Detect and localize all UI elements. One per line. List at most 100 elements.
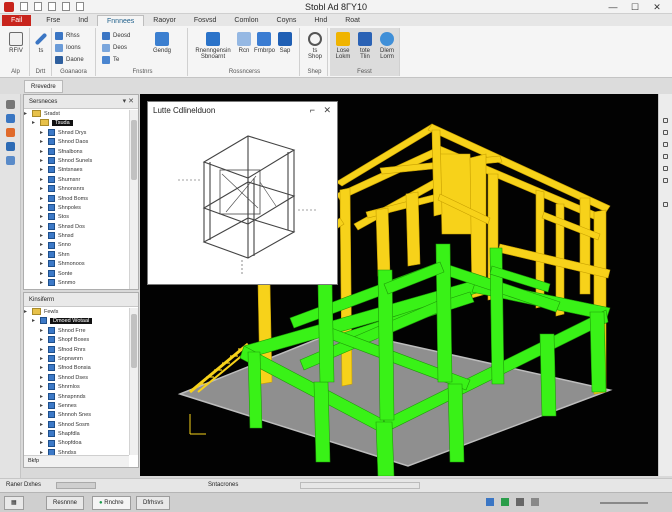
taskbar-item-dfrhsvs[interactable]: Dfrhsvs	[136, 496, 171, 510]
list-item[interactable]: ▸ Shnod Sosm	[24, 420, 129, 430]
expand-icon[interactable]: ▸	[40, 421, 48, 430]
list-item[interactable]: ▸ Sfnod Bonsia	[24, 364, 129, 373]
view-tool-icon[interactable]	[6, 142, 15, 151]
ribbon-small-deos[interactable]: Deos	[102, 44, 127, 52]
select-tool-icon[interactable]	[6, 100, 15, 109]
view-cube-icon[interactable]	[663, 178, 668, 183]
list-item[interactable]: ▸ Shnonsnrs	[24, 185, 129, 194]
expand-icon[interactable]: ▸	[40, 327, 48, 336]
scroll-thumb[interactable]	[131, 314, 137, 368]
process-button[interactable]: Rnenngensin Sbnoarnt	[194, 32, 232, 60]
list-button[interactable]: tote Tlin	[354, 32, 376, 60]
vertical-scrollbar[interactable]	[129, 308, 138, 455]
list-item[interactable]: ▸ Sfnalbons	[24, 147, 129, 157]
taskbar-item-rnchre[interactable]: ● Rnchre	[92, 496, 131, 510]
expand-icon[interactable]: ▸	[40, 336, 48, 345]
popup-pin-icon[interactable]: ⌐	[310, 105, 315, 115]
tray-volume-icon[interactable]	[516, 498, 524, 506]
open-button[interactable]: RFIV	[3, 32, 29, 54]
list-item[interactable]: ▸ Shnpoles	[24, 203, 129, 213]
expand-icon[interactable]: ▸	[40, 148, 48, 157]
list-item[interactable]: ▸ Stos	[24, 213, 129, 222]
close-button[interactable]: ✕	[646, 0, 668, 14]
ribbon-small-rhss[interactable]: Rhss	[55, 32, 80, 40]
list-item[interactable]: ▸ Shnsd Dos	[24, 222, 129, 232]
shapes-tool-icon[interactable]	[6, 114, 15, 123]
maximize-button[interactable]: ☐	[624, 0, 646, 14]
orbit-icon[interactable]	[663, 154, 668, 159]
taskbar-start[interactable]: ▦	[4, 496, 24, 510]
tool-button[interactable]: ts	[28, 32, 54, 54]
expand-icon[interactable]: ▸	[40, 402, 48, 411]
tree-root[interactable]: ▸ Fewls	[24, 308, 129, 317]
paint-tool-icon[interactable]	[6, 128, 15, 137]
zoom-slider[interactable]	[600, 502, 648, 504]
expand-icon[interactable]: ▸	[40, 138, 48, 147]
scroll-thumb[interactable]	[131, 120, 137, 180]
list-item[interactable]: ▸ Shnspnnds	[24, 392, 129, 402]
expand-icon[interactable]: ▸	[40, 411, 48, 420]
expand-icon[interactable]: ▸	[40, 430, 48, 439]
tray-network-icon[interactable]	[486, 498, 494, 506]
expand-icon[interactable]: ▸	[40, 260, 48, 269]
lock-button[interactable]: Lose Lokm	[332, 32, 354, 60]
pan-icon[interactable]	[663, 142, 668, 147]
expand-icon[interactable]: ▸	[40, 129, 48, 138]
expand-icon[interactable]: ▸	[40, 279, 48, 288]
expand-icon[interactable]: ▸	[40, 176, 48, 185]
expand-icon[interactable]: ▸	[40, 232, 48, 241]
measure-tool-icon[interactable]	[6, 156, 15, 165]
tab-insert[interactable]: Ind	[69, 15, 97, 26]
list-item[interactable]: ▸ Shnrnlos	[24, 383, 129, 392]
tab-format[interactable]: Fosvsd	[185, 15, 226, 26]
globe-button[interactable]: Dlem Lorm	[376, 32, 398, 60]
list-item[interactable]: ▸ Stntsnaes	[24, 166, 129, 175]
expand-icon[interactable]: ▸	[40, 251, 48, 260]
scale-button[interactable]: Rcn	[234, 32, 254, 54]
popup-close-icon[interactable]: ✕	[323, 105, 331, 116]
ribbon-small-ioons[interactable]: Ioons	[55, 44, 81, 52]
expand-icon[interactable]: ▸	[40, 185, 48, 194]
format-button[interactable]: Frnbrpo	[254, 32, 275, 54]
list-item[interactable]: ▸ Shopfdoa	[24, 439, 129, 448]
ribbon-small-te[interactable]: Te	[102, 56, 119, 64]
zoom-in-icon[interactable]	[663, 118, 668, 123]
settings-icon[interactable]	[663, 202, 668, 207]
tab-roat[interactable]: Roat	[336, 15, 369, 26]
vertical-scrollbar[interactable]	[129, 110, 138, 289]
save-button[interactable]: Sap	[274, 32, 296, 54]
list-item[interactable]: ▸ Shnsd Drys	[24, 128, 129, 138]
ribbon-small-daone[interactable]: Daone	[55, 56, 84, 64]
list-item[interactable]: ▸ Shnod Daos	[24, 138, 129, 147]
tree-root[interactable]: ▸ Sradst	[24, 110, 129, 119]
expand-icon[interactable]: ▸	[40, 204, 48, 213]
tree-node-selected[interactable]: ▸ Dmoed Wotaal	[24, 317, 129, 326]
list-item[interactable]: ▸ Shopf Boxes	[24, 336, 129, 345]
list-item[interactable]: ▸ Shnod Dses	[24, 373, 129, 383]
fit-icon[interactable]	[663, 166, 668, 171]
tree-node-selected[interactable]: ▸ Tsuda	[24, 119, 129, 128]
expand-icon[interactable]: ▸	[40, 213, 48, 222]
expand-icon[interactable]: ▸	[40, 157, 48, 166]
list-item[interactable]: ▸ Sfnod Rnrs	[24, 345, 129, 355]
list-item[interactable]: ▸ Sonte	[24, 269, 129, 279]
tab-file[interactable]: Fail	[2, 15, 32, 26]
list-item[interactable]: ▸ Shnod Sunels	[24, 157, 129, 166]
tab-features[interactable]: Fnnnees	[97, 15, 145, 26]
tab-preview[interactable]: Rrevedre	[24, 80, 63, 93]
expand-icon[interactable]: ▸	[40, 374, 48, 383]
tab-common[interactable]: Comlon	[225, 15, 267, 26]
list-item[interactable]: ▸ Snpnwnrn	[24, 355, 129, 364]
pin-icon[interactable]: ▾ ✕	[123, 95, 134, 109]
expand-icon[interactable]: ▸	[40, 364, 48, 373]
list-item[interactable]: ▸ Snnmo	[24, 279, 129, 288]
list-item[interactable]: ▸ Shnod Frre	[24, 326, 129, 336]
list-item[interactable]: ▸ Shnnoh Snes	[24, 411, 129, 420]
tray-app-icon[interactable]	[501, 498, 509, 506]
list-item[interactable]: ▸ Shrnonoos	[24, 260, 129, 269]
list-item[interactable]: ▸ Shapfdla	[24, 430, 129, 439]
expand-icon[interactable]: ▸	[40, 439, 48, 448]
tray-display-icon[interactable]	[531, 498, 539, 506]
tab-home[interactable]: Frse	[37, 15, 69, 26]
expand-icon[interactable]: ▸	[40, 195, 48, 204]
